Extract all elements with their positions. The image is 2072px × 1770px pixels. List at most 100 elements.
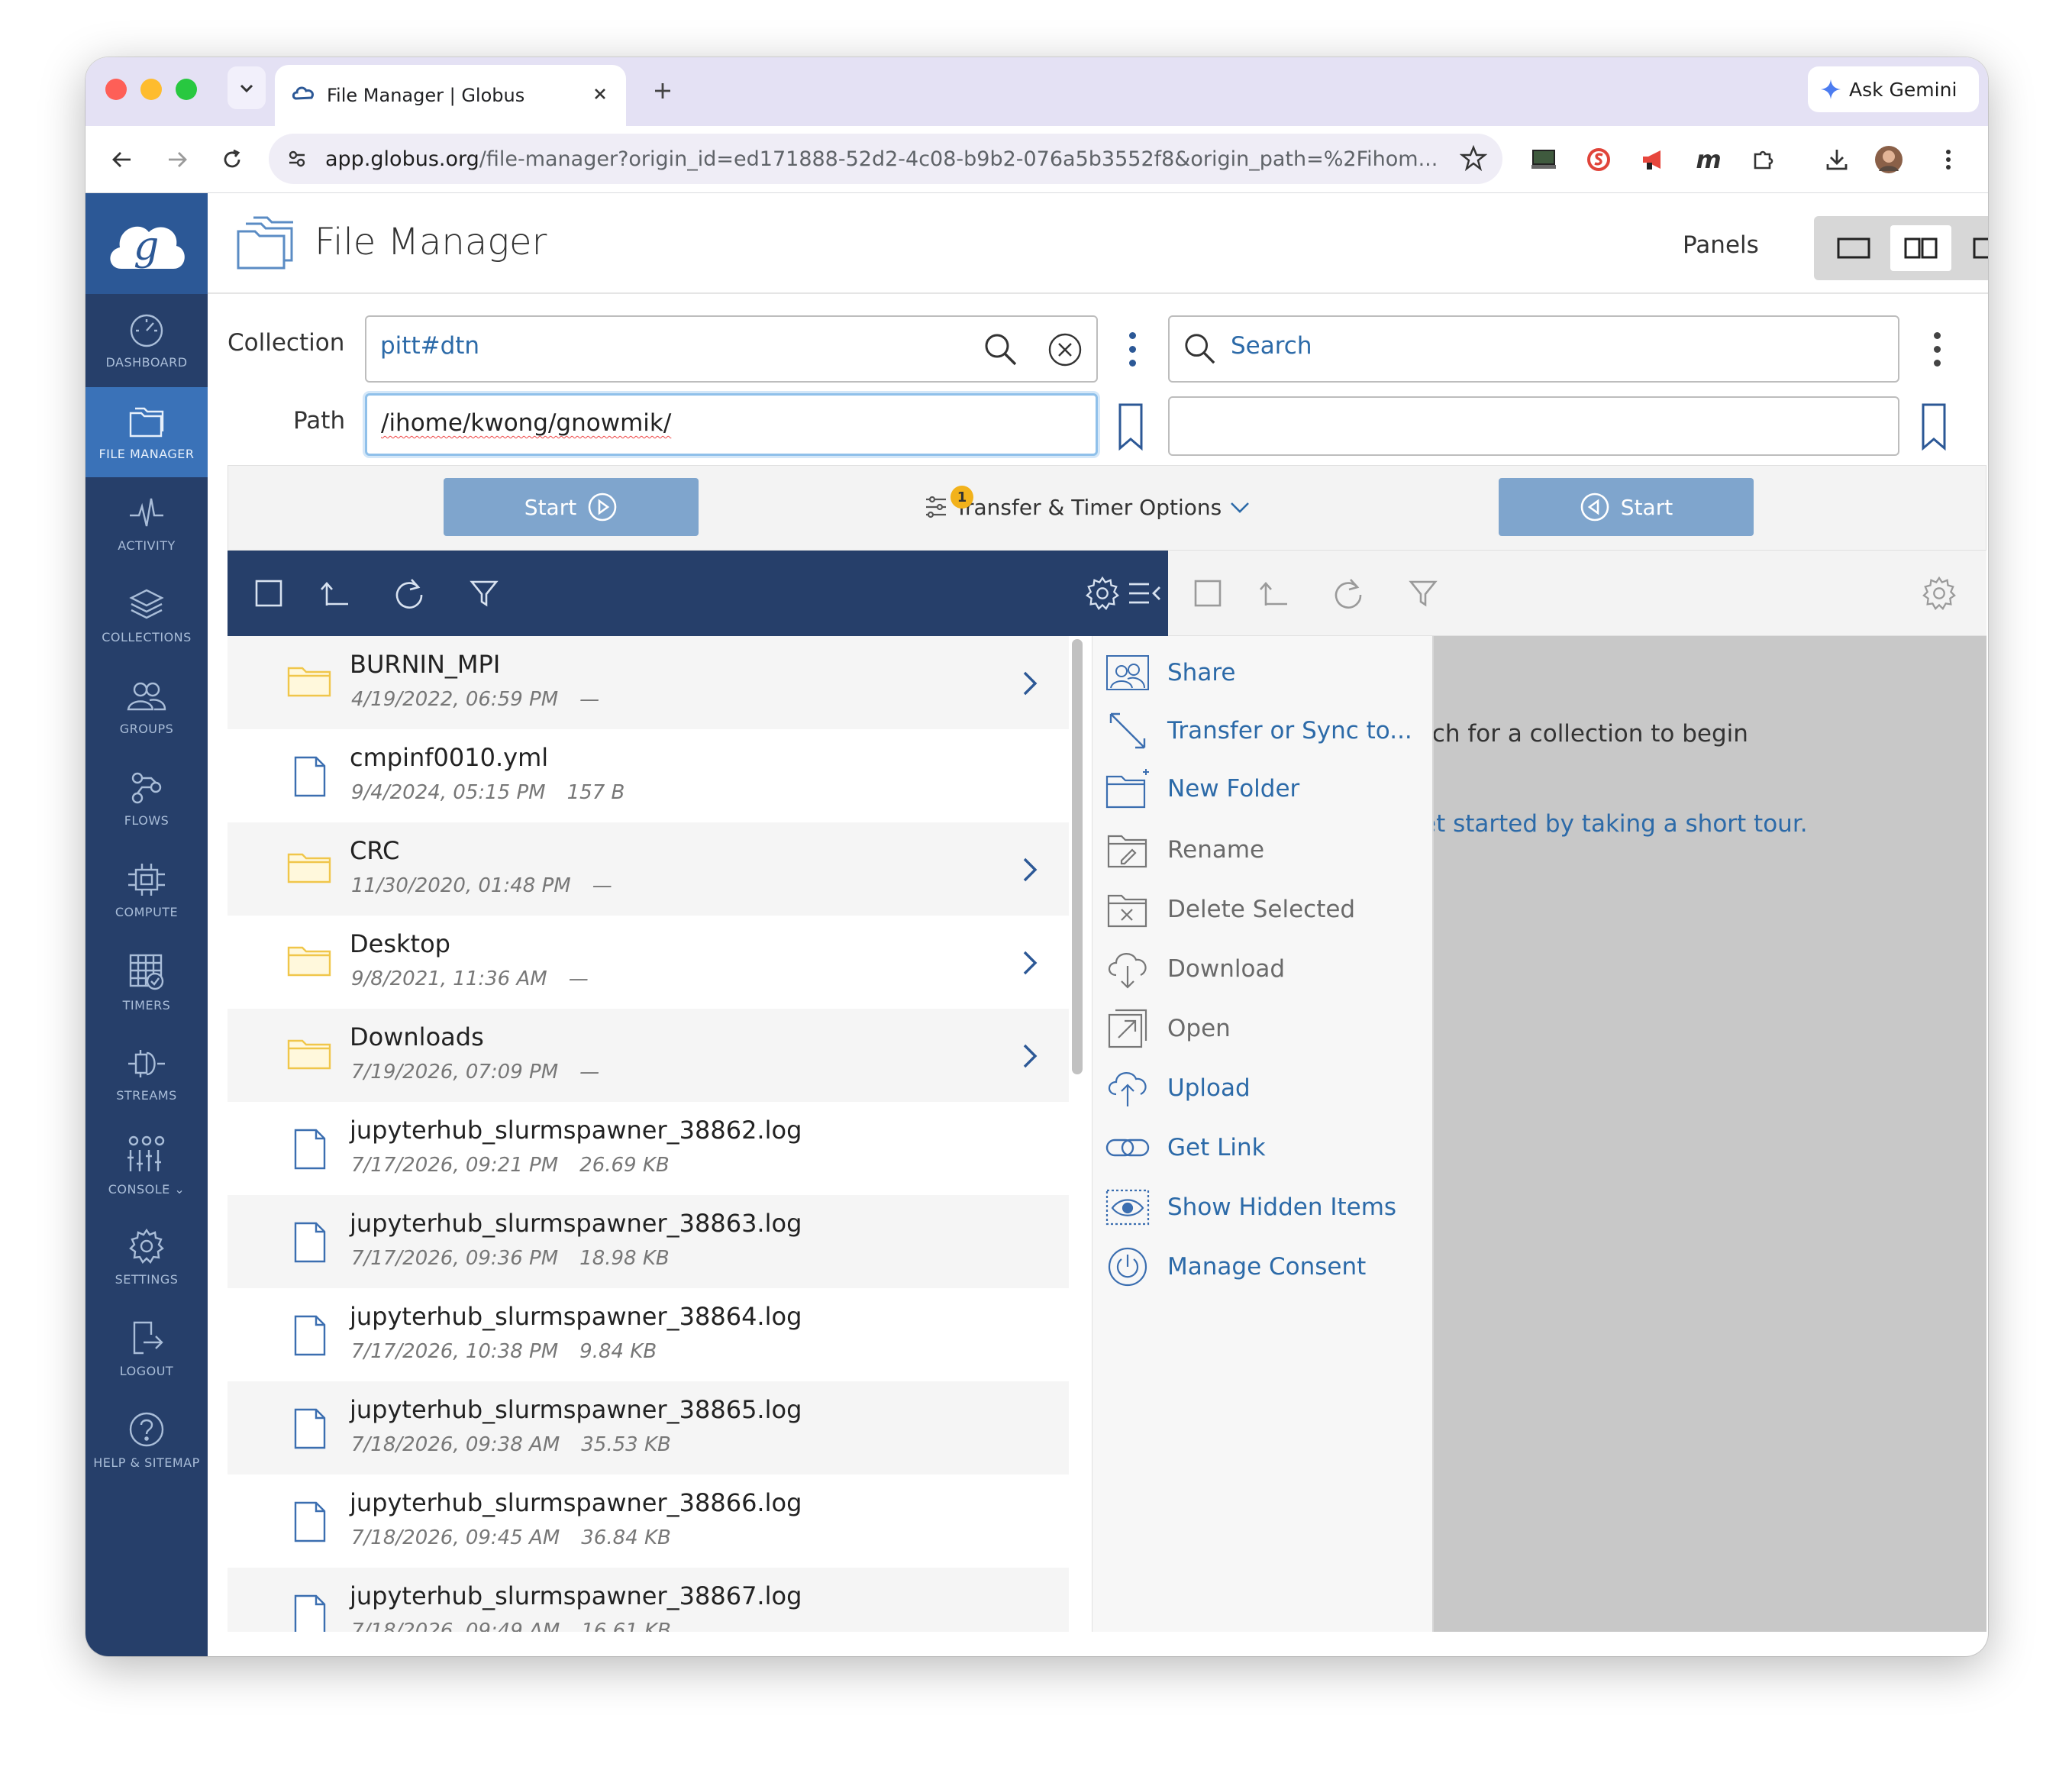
file-row[interactable]: cmpinf0010.yml 9/4/2024, 05:15 PM 157 B [228,729,1069,822]
new-tab-button[interactable] [646,74,679,108]
short-tour-link[interactable]: Get started by taking a short tour. [1434,810,1808,838]
close-window-button[interactable] [105,79,127,100]
nav-compute[interactable]: COMPUTE [86,845,208,935]
dual-panel-button[interactable] [1890,225,1951,271]
nav-logout[interactable]: LOGOUT [86,1303,208,1394]
menu-item-share[interactable]: Share [1092,642,1435,703]
right-collection-options-button[interactable] [1925,326,1948,372]
right-path-input[interactable] [1168,396,1899,456]
nav-groups[interactable]: GROUPS [86,662,208,752]
right-panel-settings-button[interactable] [1921,575,1957,612]
collection-field[interactable]: pitt#dtn [365,315,1098,383]
close-menu-button[interactable] [1127,575,1163,612]
nav-file-manager[interactable]: FILE MANAGER [86,387,208,477]
path-input[interactable]: /ihome/kwong/gnowmik/ [365,393,1098,456]
file-size: 18.98 KB [579,1247,670,1270]
menu-item-label: Share [1167,659,1236,686]
file-row[interactable]: jupyterhub_slurmspawner_38866.log 7/18/20… [228,1474,1069,1568]
file-row[interactable]: jupyterhub_slurmspawner_38862.log 7/17/20… [228,1102,1069,1195]
file-list-scrollbar[interactable] [1072,639,1083,1074]
folder-row[interactable]: CRC 11/30/2020, 01:48 PM — [228,822,1069,916]
file-row[interactable]: jupyterhub_slurmspawner_38864.log 7/17/20… [228,1288,1069,1381]
menu-item-delete-selected[interactable]: Delete Selected [1092,879,1435,940]
folder-row[interactable]: BURNIN_MPI 4/19/2022, 06:59 PM — [228,636,1069,729]
nav-label: SETTINGS [115,1271,179,1287]
page-title: File Manager [315,221,547,263]
close-tab-icon[interactable] [586,80,614,108]
reload-button[interactable] [215,143,249,176]
file-row[interactable]: jupyterhub_slurmspawner_38867.log 7/18/20… [228,1568,1069,1632]
file-row[interactable]: jupyterhub_slurmspawner_38865.log 7/18/20… [228,1381,1069,1474]
file-meta: 7/18/2026, 09:38 AM 35.53 KB [351,1433,671,1456]
vertical-panel-button[interactable] [1959,225,1988,271]
downloads-icon[interactable] [1820,143,1854,176]
extension-terminal-icon[interactable] [1527,143,1560,176]
select-all-checkbox[interactable] [250,575,287,612]
chevron-right-icon[interactable] [1021,1042,1038,1070]
back-button[interactable] [105,143,139,176]
nav-settings[interactable]: SETTINGS [86,1212,208,1302]
address-bar[interactable]: app.globus.org/file-manager?origin_id=ed… [269,134,1502,184]
menu-item-get-link[interactable]: Get Link [1092,1117,1435,1178]
profile-avatar[interactable] [1872,143,1906,176]
collection-options-button[interactable] [1121,326,1144,372]
chevron-right-icon[interactable] [1021,856,1038,883]
menu-item-rename[interactable]: Rename [1092,819,1435,880]
browser-tab[interactable]: File Manager | Globus [275,65,626,126]
menu-item-download[interactable]: Download [1092,938,1435,1000]
up-one-folder-button[interactable] [316,575,353,612]
folder-row[interactable]: Downloads 7/19/2026, 07:09 PM — [228,1009,1069,1102]
right-refresh-button[interactable] [1330,575,1367,612]
nav-help[interactable]: HELP & SITEMAP [86,1395,208,1485]
bookmark-icon[interactable] [1118,402,1144,451]
menu-item-open[interactable]: Open [1092,998,1435,1059]
chevron-right-icon[interactable] [1021,949,1038,977]
right-search-field[interactable]: Search [1168,315,1899,383]
nav-timers[interactable]: TIMERS [86,937,208,1027]
left-panel-settings-button[interactable] [1084,575,1121,612]
chevron-right-icon[interactable] [1021,670,1038,697]
nav-flows[interactable]: FLOWS [86,754,208,844]
clear-collection-icon[interactable] [1047,332,1083,367]
refresh-list-button[interactable] [391,575,428,612]
browser-menu-icon[interactable] [1932,143,1965,176]
menu-item-show-hidden-items[interactable]: Show Hidden Items [1092,1177,1435,1238]
extensions-puzzle-icon[interactable] [1747,143,1780,176]
right-up-one-folder-button[interactable] [1255,575,1292,612]
menu-item-manage-consent[interactable]: Manage Consent [1092,1236,1435,1297]
nav-dashboard[interactable]: DASHBOARD [86,296,208,386]
search-icon[interactable] [983,332,1018,367]
menu-item-transfer-or-sync-to[interactable]: Transfer or Sync to... [1092,700,1435,761]
transfer-options-toggle[interactable]: 1 Transfer & Timer Options [925,486,1251,527]
extension-m-icon[interactable]: m [1692,143,1725,176]
start-transfer-left-button[interactable]: Start [444,478,699,536]
panels-switcher [1814,216,1988,280]
right-select-all-checkbox[interactable] [1189,575,1226,612]
ask-gemini-button[interactable]: Ask Gemini [1808,66,1979,112]
site-info-icon[interactable] [281,143,313,175]
nav-console[interactable]: CONSOLE ⌄ [86,1120,208,1210]
extension-s-shield-icon[interactable] [1582,143,1615,176]
minimize-window-button[interactable] [140,79,162,100]
right-filter-button[interactable] [1405,575,1441,612]
tab-search-button[interactable] [228,66,266,109]
nav-collections[interactable]: COLLECTIONS [86,570,208,661]
filter-button[interactable] [466,575,502,612]
extension-megaphone-icon[interactable] [1637,143,1670,176]
left-panel-toolbar [228,551,1168,636]
bookmark-star-icon[interactable] [1460,144,1487,172]
file-icon [293,1221,327,1264]
forward-button[interactable] [160,143,194,176]
start-transfer-right-button[interactable]: Start [1499,478,1754,536]
nav-streams[interactable]: STREAMS [86,1029,208,1119]
nav-activity[interactable]: ACTIVITY [86,479,208,569]
single-panel-button[interactable] [1823,225,1884,271]
file-icon [293,1314,327,1357]
file-row[interactable]: jupyterhub_slurmspawner_38863.log 7/17/20… [228,1195,1069,1288]
right-bookmark-icon[interactable] [1921,402,1947,451]
menu-item-new-folder[interactable]: New Folder [1092,758,1435,819]
menu-item-upload[interactable]: Upload [1092,1058,1435,1119]
globus-logo[interactable]: g [86,193,208,294]
folder-row[interactable]: Desktop 9/8/2021, 11:36 AM — [228,916,1069,1009]
maximize-window-button[interactable] [176,79,197,100]
